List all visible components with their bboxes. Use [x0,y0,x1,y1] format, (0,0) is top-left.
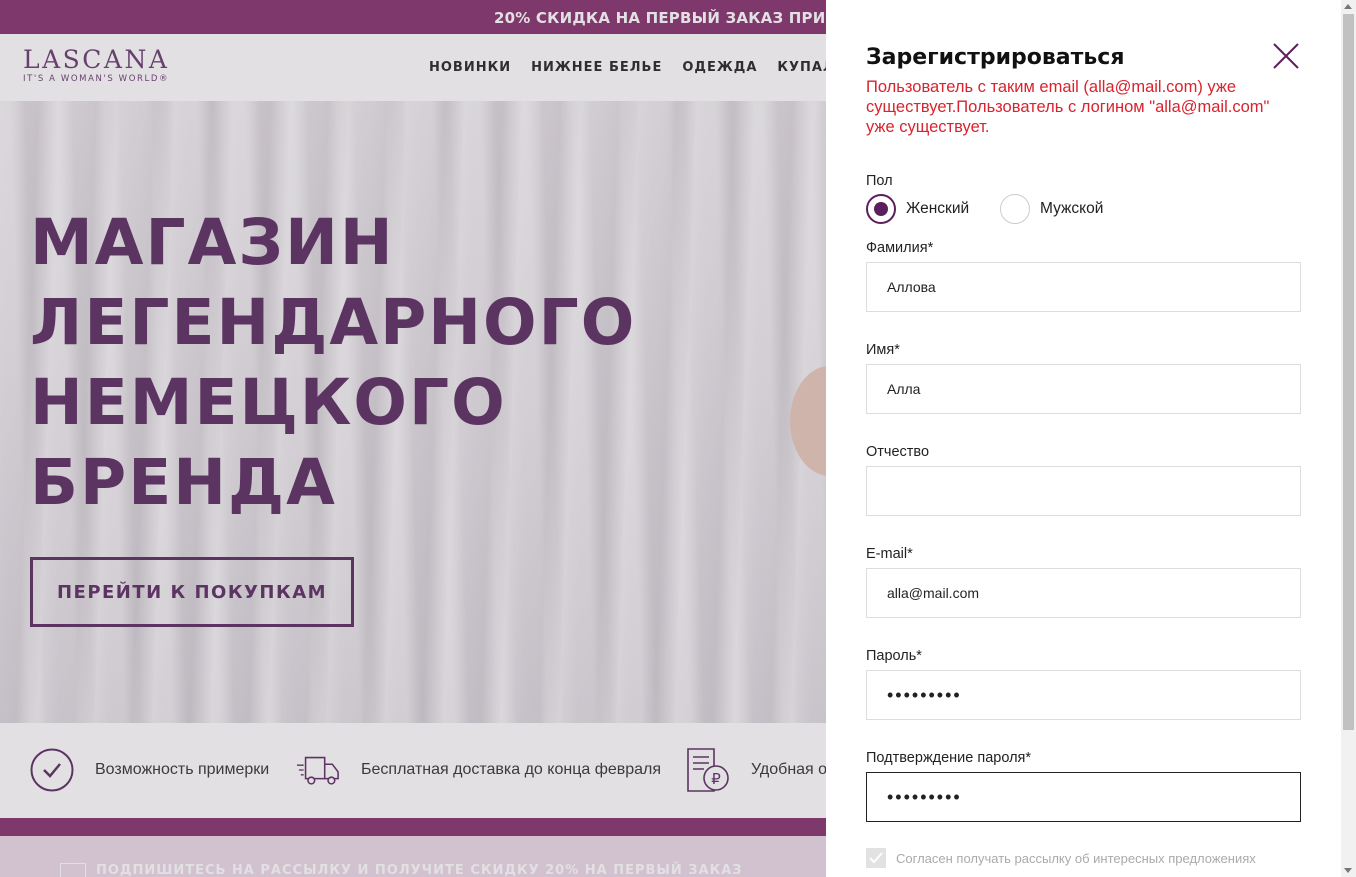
password-confirm-field[interactable] [866,772,1301,822]
gender-label: Пол [866,173,893,189]
radio-unselected-icon[interactable] [1000,194,1030,224]
gender-option-male[interactable]: Мужской [1000,194,1103,224]
scroll-down-icon[interactable] [1344,868,1352,873]
radio-selected-icon[interactable] [866,194,896,224]
newsletter-checkbox[interactable]: Согласен получать рассылку об интересных… [866,848,1256,868]
error-message: Пользователь с таким email (alla@mail.co… [866,78,1270,136]
gender-option-label: Женский [906,200,970,217]
gender-option-label: Мужской [1040,200,1104,217]
register-title: Зарегистрироваться [866,45,1125,70]
register-panel: Зарегистрироваться Пользователь с таким … [826,0,1341,877]
email-label: E-mail* [866,546,913,562]
password-field[interactable] [866,670,1301,720]
gender-option-female[interactable]: Женский [866,194,969,224]
password-confirm-label: Подтверждение пароля* [866,750,1032,766]
scroll-up-icon[interactable] [1344,4,1352,9]
patronymic-field[interactable] [866,466,1301,516]
last-name-label: Фамилия* [866,240,934,256]
last-name-field[interactable] [866,262,1301,312]
password-label: Пароль* [866,648,922,664]
newsletter-label: Согласен получать рассылку об интересных… [896,850,1256,866]
close-icon[interactable] [1272,42,1300,70]
scrollbar-thumb[interactable] [1343,14,1354,730]
first-name-label: Имя* [866,342,900,358]
email-field[interactable] [866,568,1301,618]
page-scrollbar[interactable] [1341,0,1356,877]
checkbox-check-icon[interactable] [866,848,886,868]
first-name-field[interactable] [866,364,1301,414]
modal-overlay[interactable] [0,0,826,877]
patronymic-label: Отчество [866,444,930,460]
